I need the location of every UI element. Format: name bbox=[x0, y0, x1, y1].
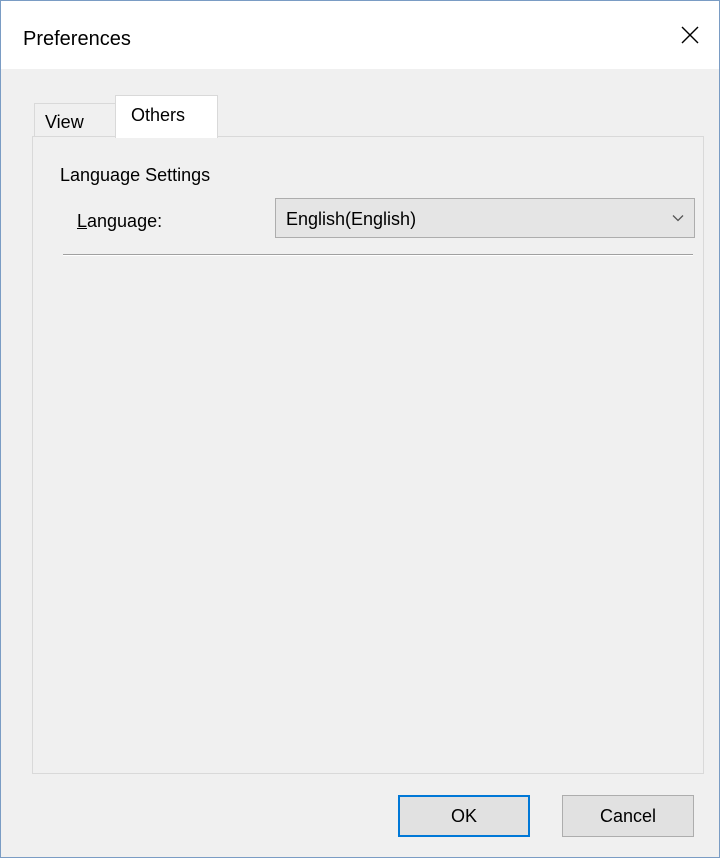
tab-view-label: View bbox=[45, 112, 84, 132]
preferences-dialog: Preferences View Others Language Setting… bbox=[0, 0, 720, 858]
language-label-accelerator: L bbox=[77, 211, 88, 231]
tab-others-label: Others bbox=[131, 105, 186, 125]
tab-others[interactable]: Others bbox=[115, 95, 218, 138]
language-label: Language: bbox=[77, 211, 162, 232]
ok-button[interactable]: OK bbox=[398, 795, 530, 837]
separator bbox=[63, 254, 693, 256]
ok-button-label: OK bbox=[450, 805, 477, 826]
language-settings-heading: Language Settings bbox=[60, 165, 211, 185]
tab-panel-others: Language Settings Language: English(Engl… bbox=[32, 136, 704, 774]
language-select[interactable]: English(English) bbox=[275, 198, 695, 238]
cancel-button[interactable]: Cancel bbox=[562, 795, 694, 837]
title-bar: Preferences bbox=[1, 1, 719, 69]
tab-view[interactable]: View bbox=[34, 103, 116, 137]
window-title: Preferences bbox=[23, 28, 131, 50]
language-select-value: English(English) bbox=[286, 209, 417, 229]
close-button[interactable] bbox=[661, 1, 719, 69]
cancel-button-label: Cancel bbox=[599, 805, 657, 826]
close-icon bbox=[681, 26, 699, 44]
chevron-down-icon bbox=[672, 215, 684, 222]
language-label-text: anguage: bbox=[87, 211, 163, 231]
